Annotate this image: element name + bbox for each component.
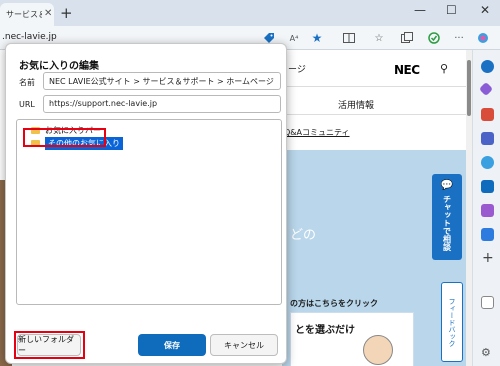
new-tab-icon[interactable]: + [60, 5, 73, 21]
hero-text: どの [290, 228, 317, 243]
feedback-tab[interactable]: フィードバック [441, 282, 463, 362]
copilot-icon[interactable] [476, 31, 490, 45]
maximize-icon[interactable]: ☐ [446, 3, 457, 17]
promo-banner[interactable]: とを選ぶだけ [290, 312, 414, 366]
qa-community-link[interactable]: Q&Aコミュニティ [284, 127, 350, 138]
banner-click-text[interactable]: の方はこちらをクリック [290, 298, 378, 309]
search-icon[interactable]: ⚲ [440, 62, 448, 75]
banner-headline: とを選ぶだけ [295, 325, 355, 336]
favorite-star-icon[interactable]: ★ [310, 31, 324, 45]
search-sidebar-icon[interactable] [481, 60, 494, 73]
copilot-sidebar-icon[interactable] [481, 156, 494, 169]
games-icon[interactable] [481, 132, 494, 145]
minimize-icon[interactable]: — [414, 3, 426, 17]
address-text[interactable]: .nec-lavie.jp [2, 32, 57, 42]
divider [282, 86, 470, 87]
name-input[interactable]: NEC LAVIE公式サイト > サービス＆サポート > ホームページ [43, 72, 281, 90]
close-window-icon[interactable]: ✕ [480, 3, 490, 17]
favorites-icon[interactable]: ☆ [372, 31, 386, 45]
highlight-box-new-folder [14, 331, 85, 359]
scrollbar-thumb[interactable] [467, 60, 471, 116]
edit-favorite-dialog: お気に入りの編集 名前 NEC LAVIE公式サイト > サービス＆サポート >… [5, 43, 287, 364]
header-partial-text: ージ [288, 65, 306, 75]
url-label: URL [19, 100, 35, 109]
browser-essentials-icon[interactable] [427, 31, 441, 45]
nec-logo[interactable]: NEC [394, 63, 420, 77]
dialog-title: お気に入りの編集 [19, 61, 99, 72]
url-input[interactable]: https://support.nec-lavie.jp [43, 95, 281, 113]
illustration-face [363, 335, 393, 365]
more-menu-icon[interactable]: ··· [452, 31, 466, 45]
highlight-box-folder [23, 128, 106, 147]
tools-icon[interactable] [481, 108, 494, 121]
feedback-label: フィードバック [448, 297, 456, 347]
add-sidebar-icon[interactable]: + [482, 250, 494, 266]
chat-bubble-icon: 💬 [440, 180, 454, 191]
name-label: 名前 [19, 78, 35, 87]
tab-title: サービス＆サ [6, 10, 42, 19]
sidebar-layout-icon[interactable] [481, 296, 494, 309]
shopping-icon[interactable] [478, 81, 494, 97]
browser-tab[interactable]: サービス＆サ ✕ [0, 3, 54, 26]
tab-bar: サービス＆サ ✕ + — ☐ ✕ [0, 0, 500, 26]
nav-item-info[interactable]: 活用情報 [338, 98, 374, 111]
chat-label: チャットで相談 [442, 195, 452, 251]
designer-icon[interactable] [481, 204, 494, 217]
drop-icon[interactable] [481, 228, 494, 241]
collections-icon[interactable] [400, 31, 414, 45]
tab-close-icon[interactable]: ✕ [44, 8, 52, 19]
cancel-button[interactable]: キャンセル [210, 334, 278, 356]
settings-gear-icon[interactable]: ⚙ [481, 346, 494, 359]
chat-support-tab[interactable]: 💬 チャットで相談 [432, 174, 462, 260]
split-screen-icon[interactable] [342, 31, 356, 45]
outlook-icon[interactable] [481, 180, 494, 193]
save-button[interactable]: 保存 [138, 334, 206, 356]
divider [282, 114, 470, 115]
edge-sidebar: + ⚙ [472, 50, 500, 366]
read-aloud-icon[interactable]: A⁴ [287, 31, 301, 45]
